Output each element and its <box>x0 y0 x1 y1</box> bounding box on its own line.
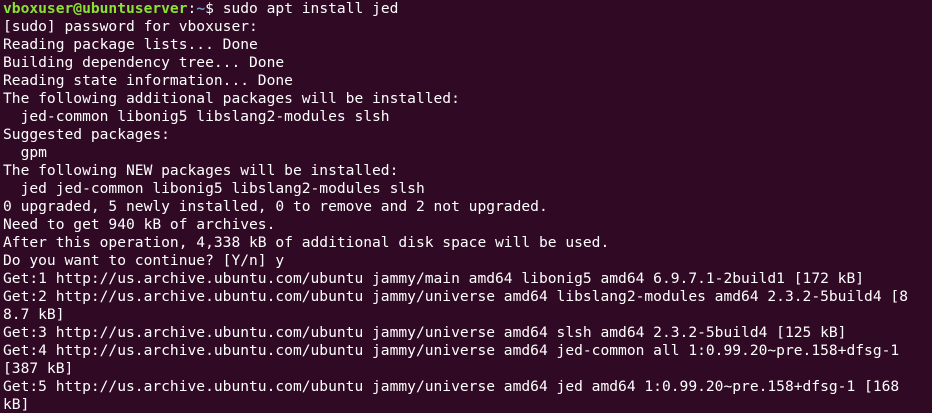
output-line: jed jed-common libonig5 libslang2-module… <box>3 180 425 197</box>
output-line: Get:2 http://us.archive.ubuntu.com/ubunt… <box>3 288 908 305</box>
output-line: 0 upgraded, 5 newly installed, 0 to remo… <box>3 198 548 215</box>
output-line: The following additional packages will b… <box>3 90 460 107</box>
output-line: The following NEW packages will be insta… <box>3 162 399 179</box>
output-line: Do you want to continue? [Y/n] y <box>3 252 285 269</box>
prompt-separator: : <box>187 0 197 17</box>
output-line: jed-common libonig5 libslang2-modules sl… <box>3 108 390 125</box>
output-line: Get:3 http://us.archive.ubuntu.com/ubunt… <box>3 324 847 341</box>
terminal-window[interactable]: vboxuser@ubuntuserver:~$ sudo apt instal… <box>0 0 932 413</box>
output-line: Reading package lists... Done <box>3 36 258 53</box>
output-line: kB] <box>3 396 30 413</box>
terminal-output: [sudo] password for vboxuser: Reading pa… <box>3 18 932 413</box>
output-line: [387 kB] <box>3 360 74 377</box>
output-line: [sudo] password for vboxuser: <box>3 18 258 35</box>
prompt-symbol: $ <box>205 0 223 17</box>
output-line: Suggested packages: <box>3 126 170 143</box>
output-line: After this operation, 4,338 kB of additi… <box>3 234 610 251</box>
output-line: 8.7 kB] <box>3 306 65 323</box>
prompt-user-host: vboxuser@ubuntuserver <box>3 0 188 17</box>
output-line: Building dependency tree... Done <box>3 54 285 71</box>
prompt-command: sudo apt install jed <box>222 0 399 17</box>
output-line: gpm <box>3 144 47 161</box>
output-line: Get:1 http://us.archive.ubuntu.com/ubunt… <box>3 270 865 287</box>
output-line: Reading state information... Done <box>3 72 293 89</box>
prompt-path: ~ <box>196 0 206 17</box>
output-line: Get:4 http://us.archive.ubuntu.com/ubunt… <box>3 342 900 359</box>
output-line: Need to get 940 kB of archives. <box>3 216 276 233</box>
output-line: Get:5 http://us.archive.ubuntu.com/ubunt… <box>3 378 900 395</box>
prompt-line: vboxuser@ubuntuserver:~$ sudo apt instal… <box>3 0 932 18</box>
